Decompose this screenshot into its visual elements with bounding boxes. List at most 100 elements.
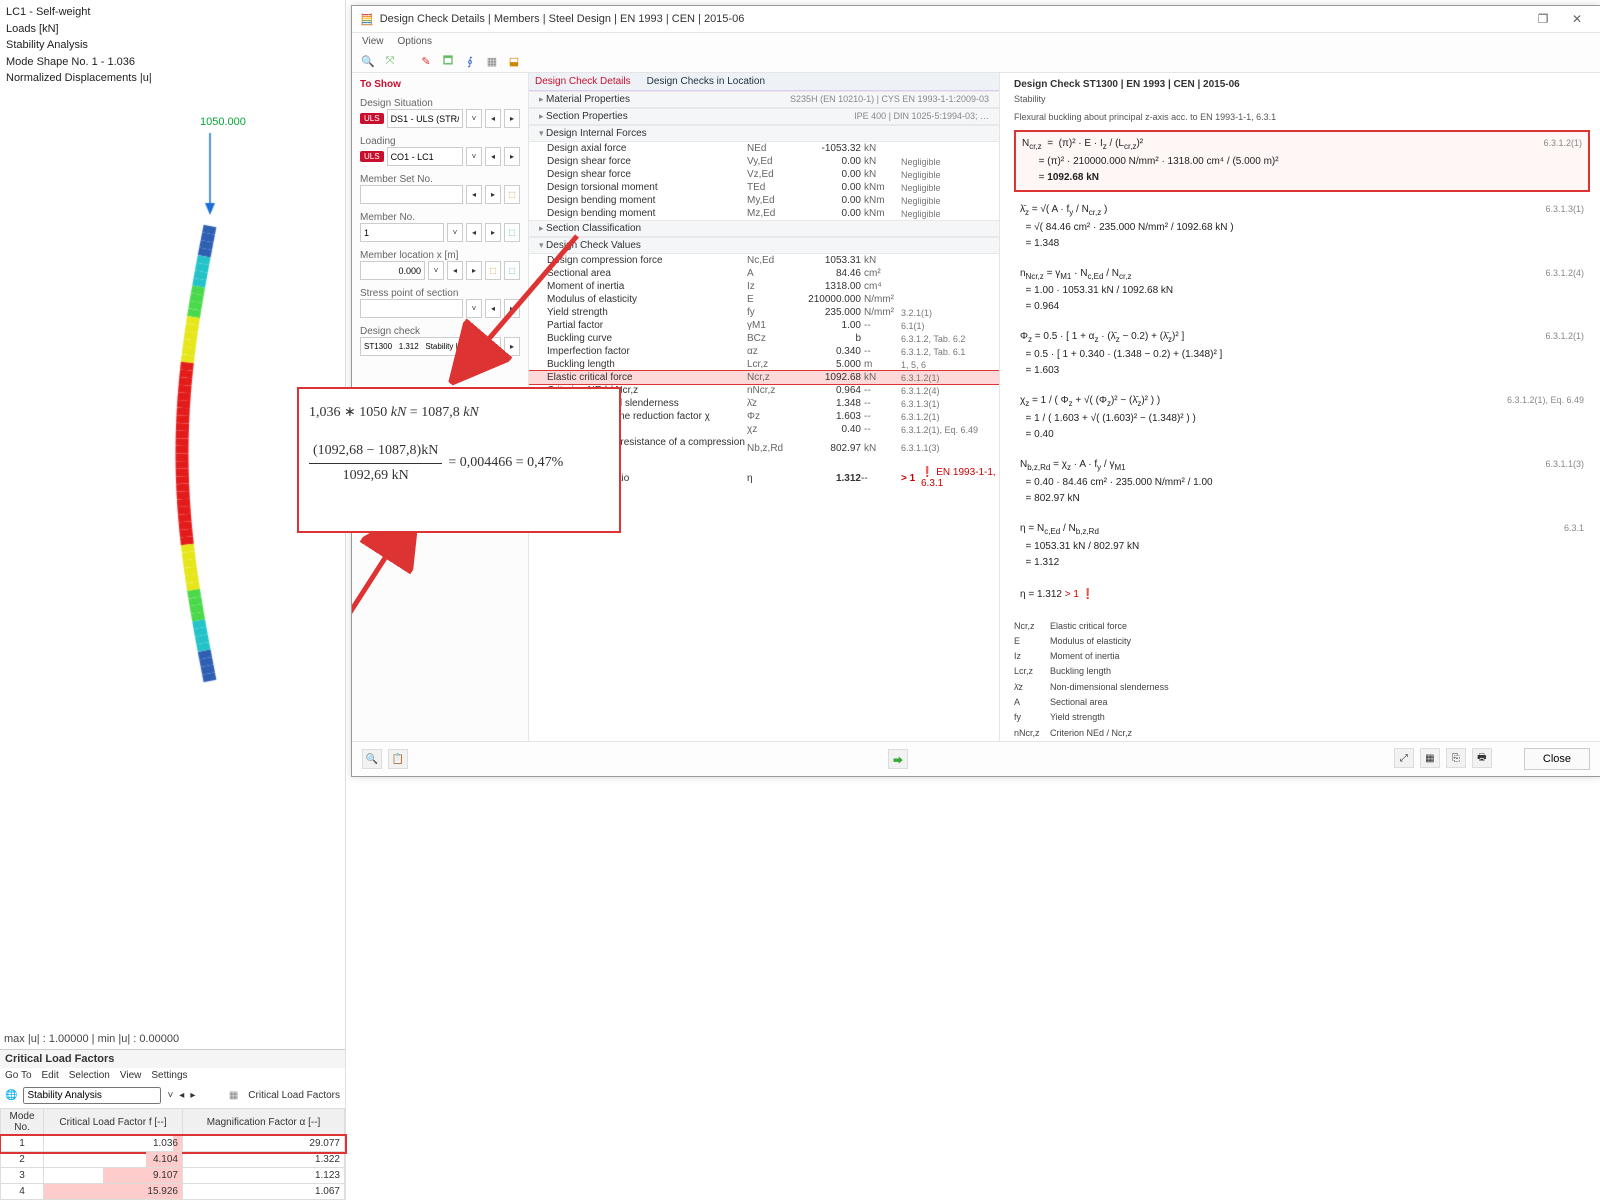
member-no-dropdown[interactable] bbox=[360, 223, 444, 242]
nav-next-icon[interactable]: ▸ bbox=[190, 1090, 195, 1101]
clf-col-mode[interactable]: Mode No. bbox=[1, 1109, 44, 1136]
tab-design-checks-location[interactable]: Design Checks in Location bbox=[647, 76, 765, 87]
menu-options[interactable]: Options bbox=[398, 36, 432, 47]
nav-prev-icon[interactable]: ◂ bbox=[485, 299, 501, 318]
nav-next-icon[interactable]: ▸ bbox=[485, 185, 501, 204]
footer-icon[interactable]: ⮕ bbox=[888, 749, 908, 769]
tool-icon[interactable]: ∮ bbox=[462, 53, 478, 69]
footer-icon[interactable]: 🔍 bbox=[362, 749, 382, 769]
clf-col-a[interactable]: Magnification Factor α [--] bbox=[183, 1109, 345, 1136]
select-icon[interactable]: ⬚ bbox=[504, 223, 520, 242]
calc-header: Design Check ST1300 | EN 1993 | CEN | 20… bbox=[1014, 79, 1590, 90]
nav-prev-icon[interactable]: ◂ bbox=[485, 147, 501, 166]
nav-prev-icon[interactable]: ◂ bbox=[485, 337, 501, 356]
list-icon[interactable]: ▦ bbox=[229, 1090, 238, 1101]
nav-prev-icon[interactable]: ◂ bbox=[466, 223, 482, 242]
section-classification[interactable]: Section Classification bbox=[529, 220, 999, 237]
nav-prev-icon[interactable]: ◂ bbox=[179, 1090, 184, 1101]
clf-menu-item[interactable]: Edit bbox=[42, 1070, 59, 1081]
nav-next-icon[interactable]: ▸ bbox=[504, 337, 520, 356]
clf-col-f[interactable]: Critical Load Factor f [--] bbox=[44, 1109, 183, 1136]
nav-next-icon[interactable]: ▸ bbox=[504, 109, 520, 128]
nav-next-icon[interactable]: ▸ bbox=[504, 299, 520, 318]
clf-row[interactable]: 11.03629.077 bbox=[1, 1136, 345, 1152]
clf-row[interactable]: 39.1071.123 bbox=[1, 1168, 345, 1184]
model-viewport[interactable]: 1050.000 max |u| : 1.00000 | min |u| : 0… bbox=[0, 91, 345, 1050]
member-set-label: Member Set No. bbox=[360, 174, 520, 185]
nav-prev-icon[interactable]: ◂ bbox=[447, 261, 463, 280]
dialog-titlebar[interactable]: 🧮 Design Check Details | Members | Steel… bbox=[352, 6, 1600, 33]
property-row: Elastic critical forceNcr,z1092.68kN6.3.… bbox=[529, 371, 999, 384]
section-internal-forces[interactable]: Design Internal Forces bbox=[529, 125, 999, 142]
zoom-icon[interactable]: 🔍 bbox=[360, 53, 376, 69]
eq-ncr: 6.3.1.2(1) Ncr,z = (π)² · E · Iz / (Lcr,… bbox=[1014, 130, 1590, 192]
clf-menu-item[interactable]: View bbox=[120, 1070, 142, 1081]
dialog-menu[interactable]: View Options bbox=[352, 33, 1600, 50]
tool-icon[interactable]: 🗖 bbox=[440, 53, 456, 69]
clf-row[interactable]: 415.9261.067 bbox=[1, 1184, 345, 1200]
nav-next-icon[interactable]: ▸ bbox=[485, 223, 501, 242]
footer-icon[interactable]: ⤢ bbox=[1394, 748, 1414, 768]
stress-point-dropdown[interactable] bbox=[360, 299, 463, 318]
select-icon[interactable]: ⬚ bbox=[504, 261, 520, 280]
member-set-dropdown[interactable] bbox=[360, 185, 463, 204]
property-row: Design bending momentMy,Ed0.00kNmNegligi… bbox=[529, 194, 999, 207]
nav-next-icon[interactable]: ▸ bbox=[466, 261, 482, 280]
dropdown-icon[interactable]: ˅ bbox=[167, 1090, 173, 1101]
info-line: Normalized Displacements |u| bbox=[6, 70, 339, 87]
select-icon[interactable]: ⬚ bbox=[504, 185, 520, 204]
design-check-label: Design check bbox=[360, 326, 520, 337]
footer-icon[interactable]: 🖶 bbox=[1472, 748, 1492, 768]
clf-menubar[interactable]: Go To Edit Selection View Settings bbox=[0, 1068, 345, 1083]
nav-prev-icon[interactable]: ◂ bbox=[485, 109, 501, 128]
footer-icon[interactable]: ⎘ bbox=[1446, 748, 1466, 768]
nav-next-icon[interactable]: ▸ bbox=[504, 147, 520, 166]
menu-view[interactable]: View bbox=[362, 36, 384, 47]
footer-icon[interactable]: 📋 bbox=[388, 749, 408, 769]
chevron-down-icon[interactable]: ˅ bbox=[466, 299, 482, 318]
property-row: Design compression forceNc,Ed1053.31kN bbox=[529, 254, 999, 267]
eq-nbrd: 6.3.1.1(3) Nb,z,Rd = χz · A · fy / γM1 =… bbox=[1014, 453, 1590, 511]
tool-icon[interactable]: ⬓ bbox=[506, 53, 522, 69]
property-row: Buckling curveBCzb6.3.1.2, Tab. 6.2 bbox=[529, 332, 999, 345]
stress-point-label: Stress point of section bbox=[360, 288, 520, 299]
clf-menu-item[interactable]: Selection bbox=[69, 1070, 110, 1081]
content-tabs[interactable]: Design Check Details Design Checks in Lo… bbox=[529, 73, 999, 91]
chevron-down-icon[interactable]: ˅ bbox=[466, 109, 482, 128]
member-location-input[interactable] bbox=[360, 261, 425, 280]
chevron-down-icon[interactable]: ˅ bbox=[466, 147, 482, 166]
footer-icon[interactable]: ▦ bbox=[1420, 748, 1440, 768]
pan-icon[interactable]: ⤧ bbox=[382, 53, 398, 69]
clf-row[interactable]: 24.1041.322 bbox=[1, 1152, 345, 1168]
section-check-values[interactable]: Design Check Values bbox=[529, 237, 999, 254]
close-icon[interactable]: ✕ bbox=[1562, 10, 1592, 28]
calc-sub2: Flexural buckling about principal z-axis… bbox=[1014, 112, 1590, 122]
tool-icon[interactable]: ▦ bbox=[484, 53, 500, 69]
loading-dropdown[interactable] bbox=[387, 147, 463, 166]
tool-icon[interactable]: ✎ bbox=[418, 53, 434, 69]
calculation-panel[interactable]: Design Check ST1300 | EN 1993 | CEN | 20… bbox=[1000, 73, 1600, 741]
uls-chip: ULS bbox=[360, 113, 384, 124]
dialog-toolbar[interactable]: 🔍 ⤧ ✎ 🗖 ∮ ▦ ⬓ bbox=[352, 50, 1600, 73]
tab-design-check-details[interactable]: Design Check Details bbox=[535, 76, 631, 87]
design-check-dropdown[interactable] bbox=[360, 337, 463, 356]
clf-menu-item[interactable]: Go To bbox=[5, 1070, 32, 1081]
chevron-down-icon[interactable]: ˅ bbox=[428, 261, 444, 280]
left-column: LC1 - Self-weight Loads [kN] Stability A… bbox=[0, 0, 346, 1200]
clf-table[interactable]: Mode No. Critical Load Factor f [--] Mag… bbox=[0, 1108, 345, 1200]
member-location-label: Member location x [m] bbox=[360, 250, 520, 261]
close-button[interactable]: Close bbox=[1524, 748, 1590, 770]
chevron-down-icon[interactable]: ˅ bbox=[447, 223, 463, 242]
design-situation-label: Design Situation bbox=[360, 98, 520, 109]
clf-menu-item[interactable]: Settings bbox=[151, 1070, 187, 1081]
maximize-icon[interactable]: ❐ bbox=[1528, 10, 1558, 28]
ref-warning: ❗ EN 1993-1-1, 6.3.1 bbox=[921, 467, 1000, 489]
select-icon[interactable]: ⬚ bbox=[485, 261, 501, 280]
clf-analysis-dropdown[interactable] bbox=[23, 1087, 161, 1104]
chevron-down-icon[interactable]: ˅ bbox=[466, 337, 482, 356]
section-material-properties[interactable]: Material Properties S235H (EN 10210-1) |… bbox=[529, 91, 999, 108]
section-section-properties[interactable]: Section Properties IPE 400 | DIN 1025-5:… bbox=[529, 108, 999, 125]
nav-prev-icon[interactable]: ◂ bbox=[466, 185, 482, 204]
eq-phi: 6.3.1.2(1) Φz = 0.5 · [ 1 + αz · (λ̄z − … bbox=[1014, 325, 1590, 383]
design-situation-dropdown[interactable] bbox=[387, 109, 463, 128]
